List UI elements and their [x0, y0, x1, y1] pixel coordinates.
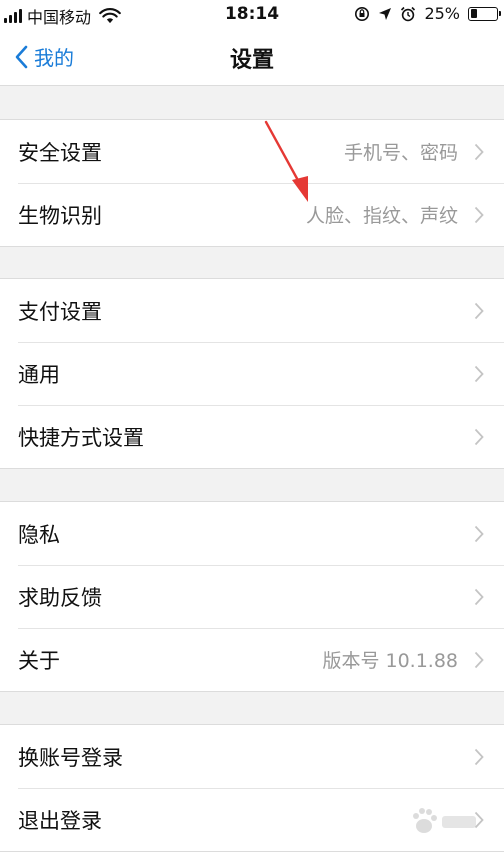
chevron-right-icon: [474, 365, 484, 382]
settings-group-general: 支付设置 通用 快捷方式设置: [0, 278, 504, 469]
settings-row-about[interactable]: 关于 版本号 10.1.88: [0, 628, 504, 691]
location-icon: [379, 7, 392, 20]
settings-row-shortcuts[interactable]: 快捷方式设置: [0, 405, 504, 468]
settings-row-feedback[interactable]: 求助反馈: [0, 565, 504, 628]
settings-row-payment[interactable]: 支付设置: [0, 279, 504, 342]
chevron-right-icon: [474, 588, 484, 605]
settings-row-general[interactable]: 通用: [0, 342, 504, 405]
settings-row-privacy[interactable]: 隐私: [0, 502, 504, 565]
status-bar: 中国移动 18:14 25%: [0, 0, 504, 28]
row-label: 生物识别: [18, 203, 102, 228]
battery-percent: 25%: [424, 4, 460, 23]
row-detail: 人脸、指纹、声纹: [305, 205, 458, 227]
watermark-paw-icon: [413, 808, 476, 833]
row-label: 安全设置: [18, 140, 102, 165]
row-label: 求助反馈: [18, 585, 102, 610]
page-title: 设置: [229, 48, 274, 73]
status-right: 25%: [354, 4, 501, 23]
settings-row-biometrics[interactable]: 生物识别 人脸、指纹、声纹: [0, 183, 504, 246]
row-label: 关于: [18, 648, 60, 673]
row-detail: 手机号、密码: [343, 142, 458, 164]
chevron-right-icon: [474, 143, 484, 160]
chevron-right-icon: [474, 651, 484, 668]
settings-row-security[interactable]: 安全设置 手机号、密码: [0, 120, 504, 183]
nav-bar: 我的 设置: [0, 28, 504, 86]
chevron-right-icon: [474, 525, 484, 542]
row-label: 通用: [18, 362, 60, 387]
row-label: 退出登录: [18, 808, 102, 833]
alarm-icon: [401, 6, 416, 21]
battery-icon: [468, 6, 501, 21]
row-label: 支付设置: [18, 299, 102, 324]
chevron-right-icon: [474, 428, 484, 445]
chevron-right-icon: [474, 748, 484, 765]
annotation-arrow-icon: [264, 120, 308, 202]
version-detail: 版本号 10.1.88: [322, 650, 458, 672]
battery-fill: [470, 9, 477, 18]
settings-group-support: 隐私 求助反馈 关于 版本号 10.1.88: [0, 501, 504, 692]
row-label: 快捷方式设置: [18, 425, 144, 450]
row-label: 换账号登录: [18, 745, 123, 770]
chevron-right-icon: [474, 302, 484, 319]
settings-row-switch-account[interactable]: 换账号登录: [0, 725, 504, 788]
rotation-lock-icon: [355, 6, 370, 21]
row-label: 隐私: [18, 522, 60, 547]
chevron-right-icon: [474, 206, 484, 223]
settings-group-account: 安全设置 手机号、密码 生物识别 人脸、指纹、声纹: [0, 119, 504, 247]
